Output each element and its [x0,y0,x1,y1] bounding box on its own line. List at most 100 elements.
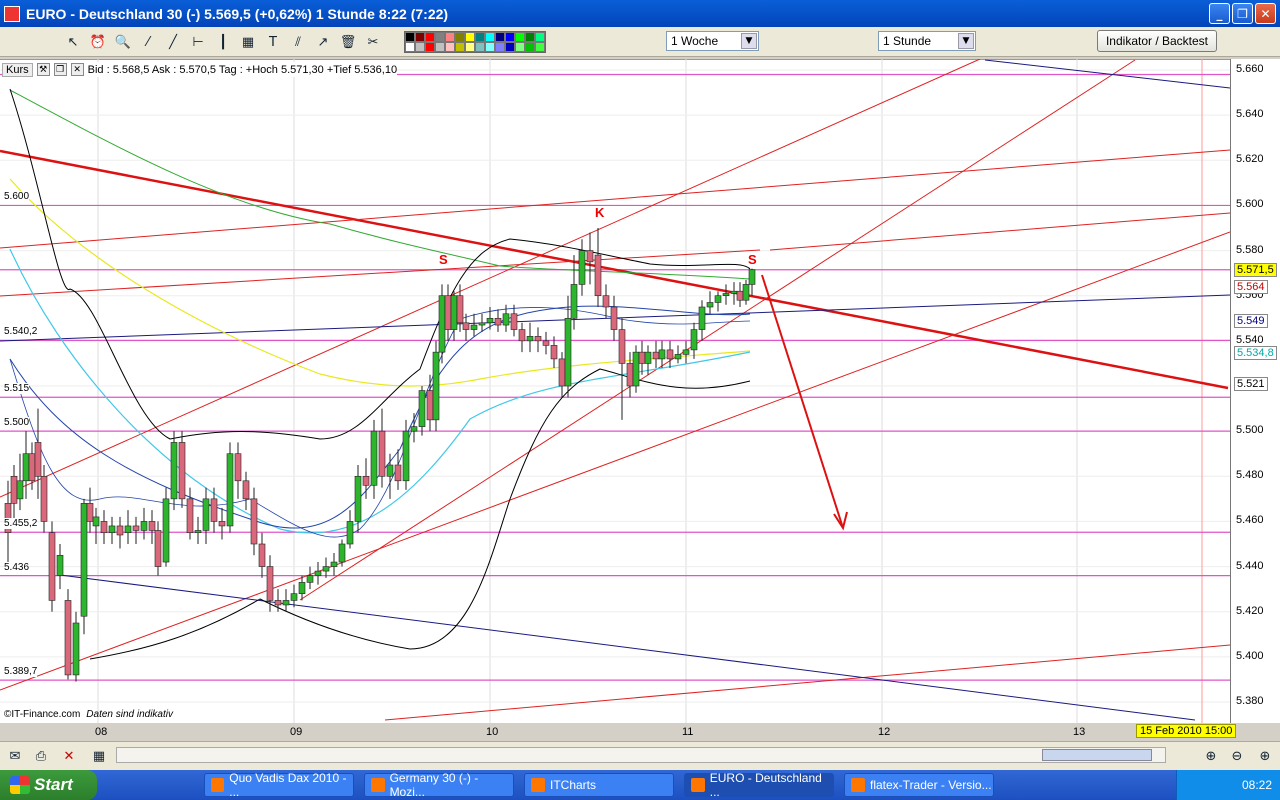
close-button[interactable]: ✕ [1255,3,1276,24]
color-swatch[interactable] [495,42,505,52]
candle-body [40,475,48,522]
color-swatch[interactable] [535,42,545,52]
zoom-out-icon[interactable]: ⊖ [1226,745,1248,767]
candle-body [178,442,186,500]
color-swatch[interactable] [435,32,445,42]
color-swatch[interactable] [505,32,515,42]
color-swatch[interactable] [475,32,485,42]
color-swatch[interactable] [535,32,545,42]
maximize-button[interactable]: ❐ [1232,3,1253,24]
color-swatch[interactable] [515,42,525,52]
toolbar: ↖ ⏰ 🔍 ⁄ ╱ ⊢ ┃ ▦ T ⫽ ↗ 🗑 ✂ [0,27,1280,57]
color-swatch[interactable] [405,42,415,52]
delete-icon[interactable]: ✕ [58,745,80,767]
color-swatch[interactable] [485,42,495,52]
mail-icon[interactable]: ✉ [4,745,26,767]
chevron-down-icon[interactable]: ▼ [741,33,757,49]
channel-icon[interactable]: ▦ [237,31,259,53]
cursor-icon[interactable]: ↖ [62,31,84,53]
line-icon[interactable]: ⁄ [137,31,159,53]
color-swatch[interactable] [425,32,435,42]
candle-body [494,317,502,326]
candle-body [154,530,162,567]
minimize-button[interactable]: _ [1209,3,1230,24]
calculator-icon[interactable]: ▦ [88,745,110,767]
candle-body [714,295,722,303]
color-swatch[interactable] [475,42,485,52]
color-swatch[interactable] [425,42,435,52]
candle-body [242,480,250,500]
candle-body [22,453,30,482]
color-swatch[interactable] [515,32,525,42]
period-select[interactable]: 1 Woche ▼ [666,31,759,51]
taskbar-item-label: ITCharts [550,778,597,792]
trash-icon[interactable]: 🗑 [337,31,359,53]
print-icon[interactable]: ⎙ [30,745,52,767]
candle-body [462,322,470,330]
color-swatch[interactable] [495,32,505,42]
indicator-backtest-button[interactable]: Indikator / Backtest [1097,30,1217,52]
zoom-icon[interactable]: 🔍 [112,31,134,53]
taskbar-item-label: Quo Vadis Dax 2010 - ... [229,771,347,799]
scroll-thumb[interactable] [1042,749,1152,761]
color-swatch[interactable] [415,42,425,52]
taskbar-item[interactable]: ITCharts [524,773,674,797]
price-tick-label: 5.660 [1236,63,1264,75]
horizontal-scrollbar[interactable] [116,747,1166,763]
color-swatch[interactable] [415,32,425,42]
candle-body [124,525,132,534]
color-swatch[interactable] [525,42,535,52]
level-tag: 5.540,2 [4,326,38,338]
fib-icon[interactable]: ⫽ [287,31,309,53]
color-swatch[interactable] [405,32,415,42]
color-swatch[interactable] [455,42,465,52]
vline-icon[interactable]: ┃ [212,31,234,53]
quote-text: Bid : 5.568,5 Ask : 5.570,5 Tag : +Hoch … [87,63,398,76]
interval-select[interactable]: 1 Stunde ▼ [878,31,976,51]
alarm-icon[interactable]: ⏰ [87,31,109,53]
chevron-down-icon[interactable]: ▼ [958,33,974,49]
candle-body [140,521,148,531]
moving-average-10 [9,307,751,538]
zoom-in-icon[interactable]: ⊕ [1254,745,1276,767]
price-tick-label: 5.440 [1236,559,1264,572]
start-button[interactable]: Start [0,770,97,800]
candle-body [148,521,156,531]
app-icon [851,778,865,792]
color-swatch[interactable] [485,32,495,42]
quote-bar: Kurs ⚒ ❐ ✕ Bid : 5.568,5 Ask : 5.570,5 T… [2,62,398,77]
color-swatch[interactable] [465,42,475,52]
color-swatch[interactable] [525,32,535,42]
taskbar-item[interactable]: EURO - Deutschland ... [684,771,834,799]
zoom-fit-icon[interactable]: ⊕ [1200,745,1222,767]
candle-body [202,498,210,531]
text-icon[interactable]: T [262,31,284,53]
restore-icon[interactable]: ❐ [53,63,67,76]
candle-body [56,554,64,576]
tools-icon[interactable]: ✂ [362,31,384,53]
color-swatch[interactable] [455,32,465,42]
price-tick-label: 5.480 [1236,469,1264,482]
wrench-icon[interactable]: ⚒ [36,63,50,76]
candle-body [638,351,646,364]
taskbar-item-label: flatex-Trader - Versio... [870,778,992,792]
candle-body [108,525,116,534]
candle-body [470,324,478,330]
price-tick-label: 5.500 [1236,424,1264,437]
color-swatch[interactable] [465,32,475,42]
close-chart-icon[interactable]: ✕ [70,63,84,76]
ray-icon[interactable]: ╱ [162,31,184,53]
candle-body [518,329,526,342]
taskbar-item[interactable]: Germany 30 (-) - Mozi... [364,771,514,799]
chart-canvas[interactable] [0,59,1230,723]
candle-body [234,453,242,482]
taskbar-item[interactable]: Quo Vadis Dax 2010 - ... [204,771,354,799]
hline-icon[interactable]: ⊢ [187,31,209,53]
color-swatch[interactable] [435,42,445,52]
color-swatch[interactable] [445,42,455,52]
color-swatch[interactable] [445,32,455,42]
candle-body [586,250,594,263]
arrow-icon[interactable]: ↗ [312,31,334,53]
color-swatch[interactable] [505,42,515,52]
taskbar-item[interactable]: flatex-Trader - Versio... [844,773,994,797]
